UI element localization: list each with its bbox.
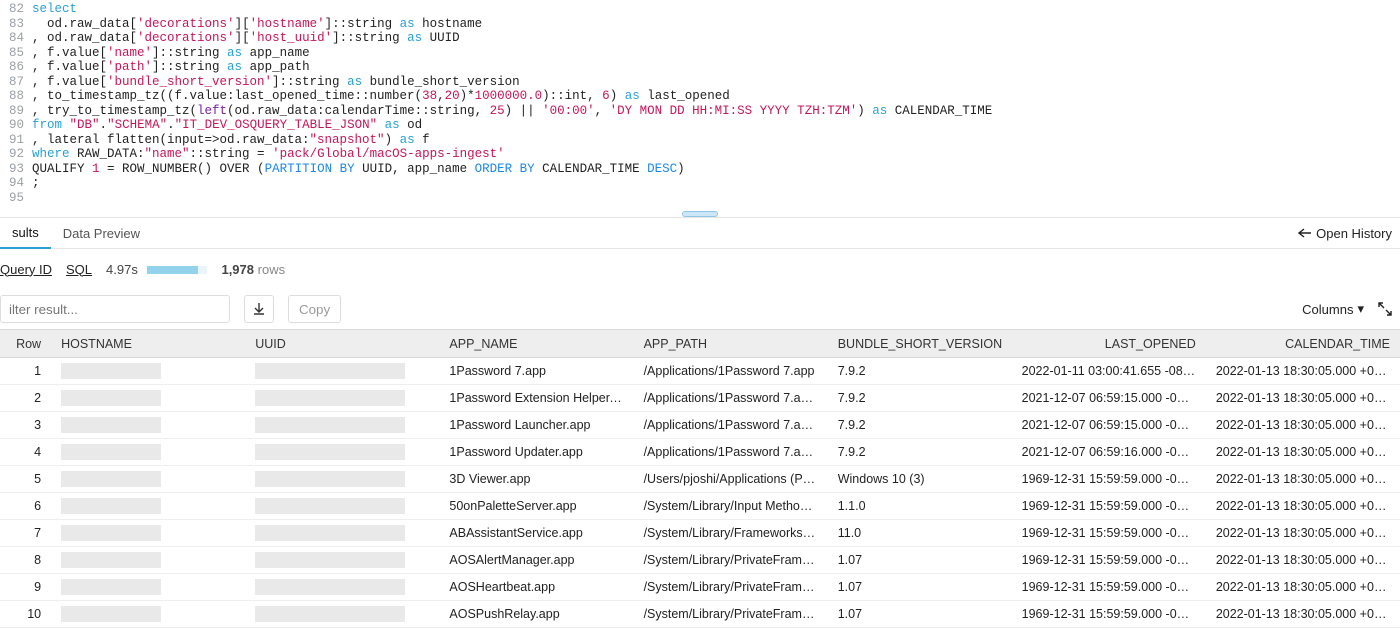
code-line[interactable]: 93QUALIFY 1 = ROW_NUMBER() OVER (PARTITI… — [0, 162, 1400, 177]
duration-bar — [147, 266, 207, 274]
code-content: , f.value['bundle_short_version']::strin… — [32, 75, 1400, 90]
code-content: , od.raw_data['decorations']['host_uuid'… — [32, 31, 1400, 46]
code-content: from "DB"."SCHEMA"."IT_DEV_OSQUERY_TABLE… — [32, 118, 1400, 133]
code-line[interactable]: 82select — [0, 2, 1400, 17]
columns-label: Columns — [1302, 302, 1353, 317]
download-icon — [252, 302, 266, 316]
line-number: 89 — [0, 104, 32, 119]
line-number: 83 — [0, 17, 32, 32]
code-line[interactable]: 94; — [0, 176, 1400, 191]
line-number: 90 — [0, 118, 32, 133]
columns-button[interactable]: Columns ▾ — [1302, 301, 1364, 317]
results-table: Row HOSTNAME UUID APP_NAME APP_PATH BUND… — [0, 329, 1400, 628]
table-header-row: Row HOSTNAME UUID APP_NAME APP_PATH BUND… — [0, 330, 1400, 358]
tab-data-preview[interactable]: Data Preview — [51, 217, 152, 249]
code-content: , f.value['path']::string as app_path — [32, 60, 1400, 75]
line-number: 87 — [0, 75, 32, 90]
code-line[interactable]: 91, lateral flatten(input=>od.raw_data:"… — [0, 133, 1400, 148]
table-row[interactable]: 21Password Extension Helper.app/Applicat… — [0, 385, 1400, 412]
table-row[interactable]: 31Password Launcher.app/Applications/1Pa… — [0, 412, 1400, 439]
col-last-opened[interactable]: LAST_OPENED — [1012, 330, 1206, 358]
col-app-path[interactable]: APP_PATH — [634, 330, 828, 358]
code-content: ; — [32, 176, 1400, 191]
query-id-link[interactable]: Query ID — [0, 262, 52, 277]
table-row[interactable]: 10AOSPushRelay.app/System/Library/Privat… — [0, 601, 1400, 628]
code-content: QUALIFY 1 = ROW_NUMBER() OVER (PARTITION… — [32, 162, 1400, 177]
table-row[interactable]: 9AOSHeartbeat.app/System/Library/Private… — [0, 574, 1400, 601]
code-line[interactable]: 89, try_to_timestamp_tz(left(od.raw_data… — [0, 104, 1400, 119]
line-number: 92 — [0, 147, 32, 162]
col-calendar-time[interactable]: CALENDAR_TIME — [1206, 330, 1400, 358]
col-hostname[interactable]: HOSTNAME — [51, 330, 245, 358]
code-line[interactable]: 88, to_timestamp_tz((f.value:last_opened… — [0, 89, 1400, 104]
filter-input[interactable] — [0, 295, 230, 323]
line-number: 94 — [0, 176, 32, 191]
col-row[interactable]: Row — [0, 330, 51, 358]
code-content: , f.value['name']::string as app_name — [32, 46, 1400, 61]
results-actions: Copy Columns ▾ — [0, 289, 1400, 329]
row-count: 1,978 rows — [221, 262, 285, 277]
code-line[interactable]: 83 od.raw_data['decorations']['hostname'… — [0, 17, 1400, 32]
tab-results[interactable]: sults — [0, 217, 51, 249]
col-uuid[interactable]: UUID — [245, 330, 439, 358]
copy-button[interactable]: Copy — [288, 295, 341, 323]
results-tabs: sults Data Preview Open History — [0, 217, 1400, 249]
table-row[interactable]: 41Password Updater.app/Applications/1Pas… — [0, 439, 1400, 466]
line-number: 95 — [0, 191, 32, 206]
sql-link[interactable]: SQL — [66, 262, 92, 277]
results-toolbar: Query ID SQL 4.97s 1,978 rows — [0, 249, 1400, 289]
code-content: , try_to_timestamp_tz(left(od.raw_data:c… — [32, 104, 1400, 119]
table-row[interactable]: 7ABAssistantService.app/System/Library/F… — [0, 520, 1400, 547]
col-app-name[interactable]: APP_NAME — [439, 330, 633, 358]
code-content: where RAW_DATA:"name"::string = 'pack/Gl… — [32, 147, 1400, 162]
code-line[interactable]: 84, od.raw_data['decorations']['host_uui… — [0, 31, 1400, 46]
arrow-left-icon — [1298, 228, 1312, 238]
code-content: select — [32, 2, 1400, 17]
line-number: 84 — [0, 31, 32, 46]
code-line[interactable]: 95 — [0, 191, 1400, 206]
open-history-button[interactable]: Open History — [1298, 226, 1392, 241]
line-number: 86 — [0, 60, 32, 75]
expand-icon — [1378, 302, 1392, 316]
line-number: 82 — [0, 2, 32, 17]
open-history-label: Open History — [1316, 226, 1392, 241]
line-number: 91 — [0, 133, 32, 148]
code-content: , lateral flatten(input=>od.raw_data:"sn… — [32, 133, 1400, 148]
code-content: od.raw_data['decorations']['hostname']::… — [32, 17, 1400, 32]
triangle-down-icon: ▾ — [1357, 301, 1364, 317]
query-duration: 4.97s — [106, 262, 207, 277]
table-row[interactable]: 53D Viewer.app/Users/pjoshi/Applications… — [0, 466, 1400, 493]
code-content — [32, 191, 1400, 206]
line-number: 85 — [0, 46, 32, 61]
pane-resize-handle[interactable] — [682, 211, 718, 217]
code-line[interactable]: 90from "DB"."SCHEMA"."IT_DEV_OSQUERY_TAB… — [0, 118, 1400, 133]
table-row[interactable]: 650onPaletteServer.app/System/Library/In… — [0, 493, 1400, 520]
line-number: 88 — [0, 89, 32, 104]
code-line[interactable]: 92where RAW_DATA:"name"::string = 'pack/… — [0, 147, 1400, 162]
table-row[interactable]: 11Password 7.app/Applications/1Password … — [0, 358, 1400, 385]
table-row[interactable]: 8AOSAlertManager.app/System/Library/Priv… — [0, 547, 1400, 574]
code-line[interactable]: 85, f.value['name']::string as app_name — [0, 46, 1400, 61]
col-bundle-short-version[interactable]: BUNDLE_SHORT_VERSION — [828, 330, 1012, 358]
line-number: 93 — [0, 162, 32, 177]
download-button[interactable] — [244, 295, 274, 323]
code-line[interactable]: 86, f.value['path']::string as app_path — [0, 60, 1400, 75]
code-content: , to_timestamp_tz((f.value:last_opened_t… — [32, 89, 1400, 104]
sql-editor[interactable]: 82select83 od.raw_data['decorations']['h… — [0, 0, 1400, 211]
code-line[interactable]: 87, f.value['bundle_short_version']::str… — [0, 75, 1400, 90]
expand-button[interactable] — [1378, 302, 1392, 316]
